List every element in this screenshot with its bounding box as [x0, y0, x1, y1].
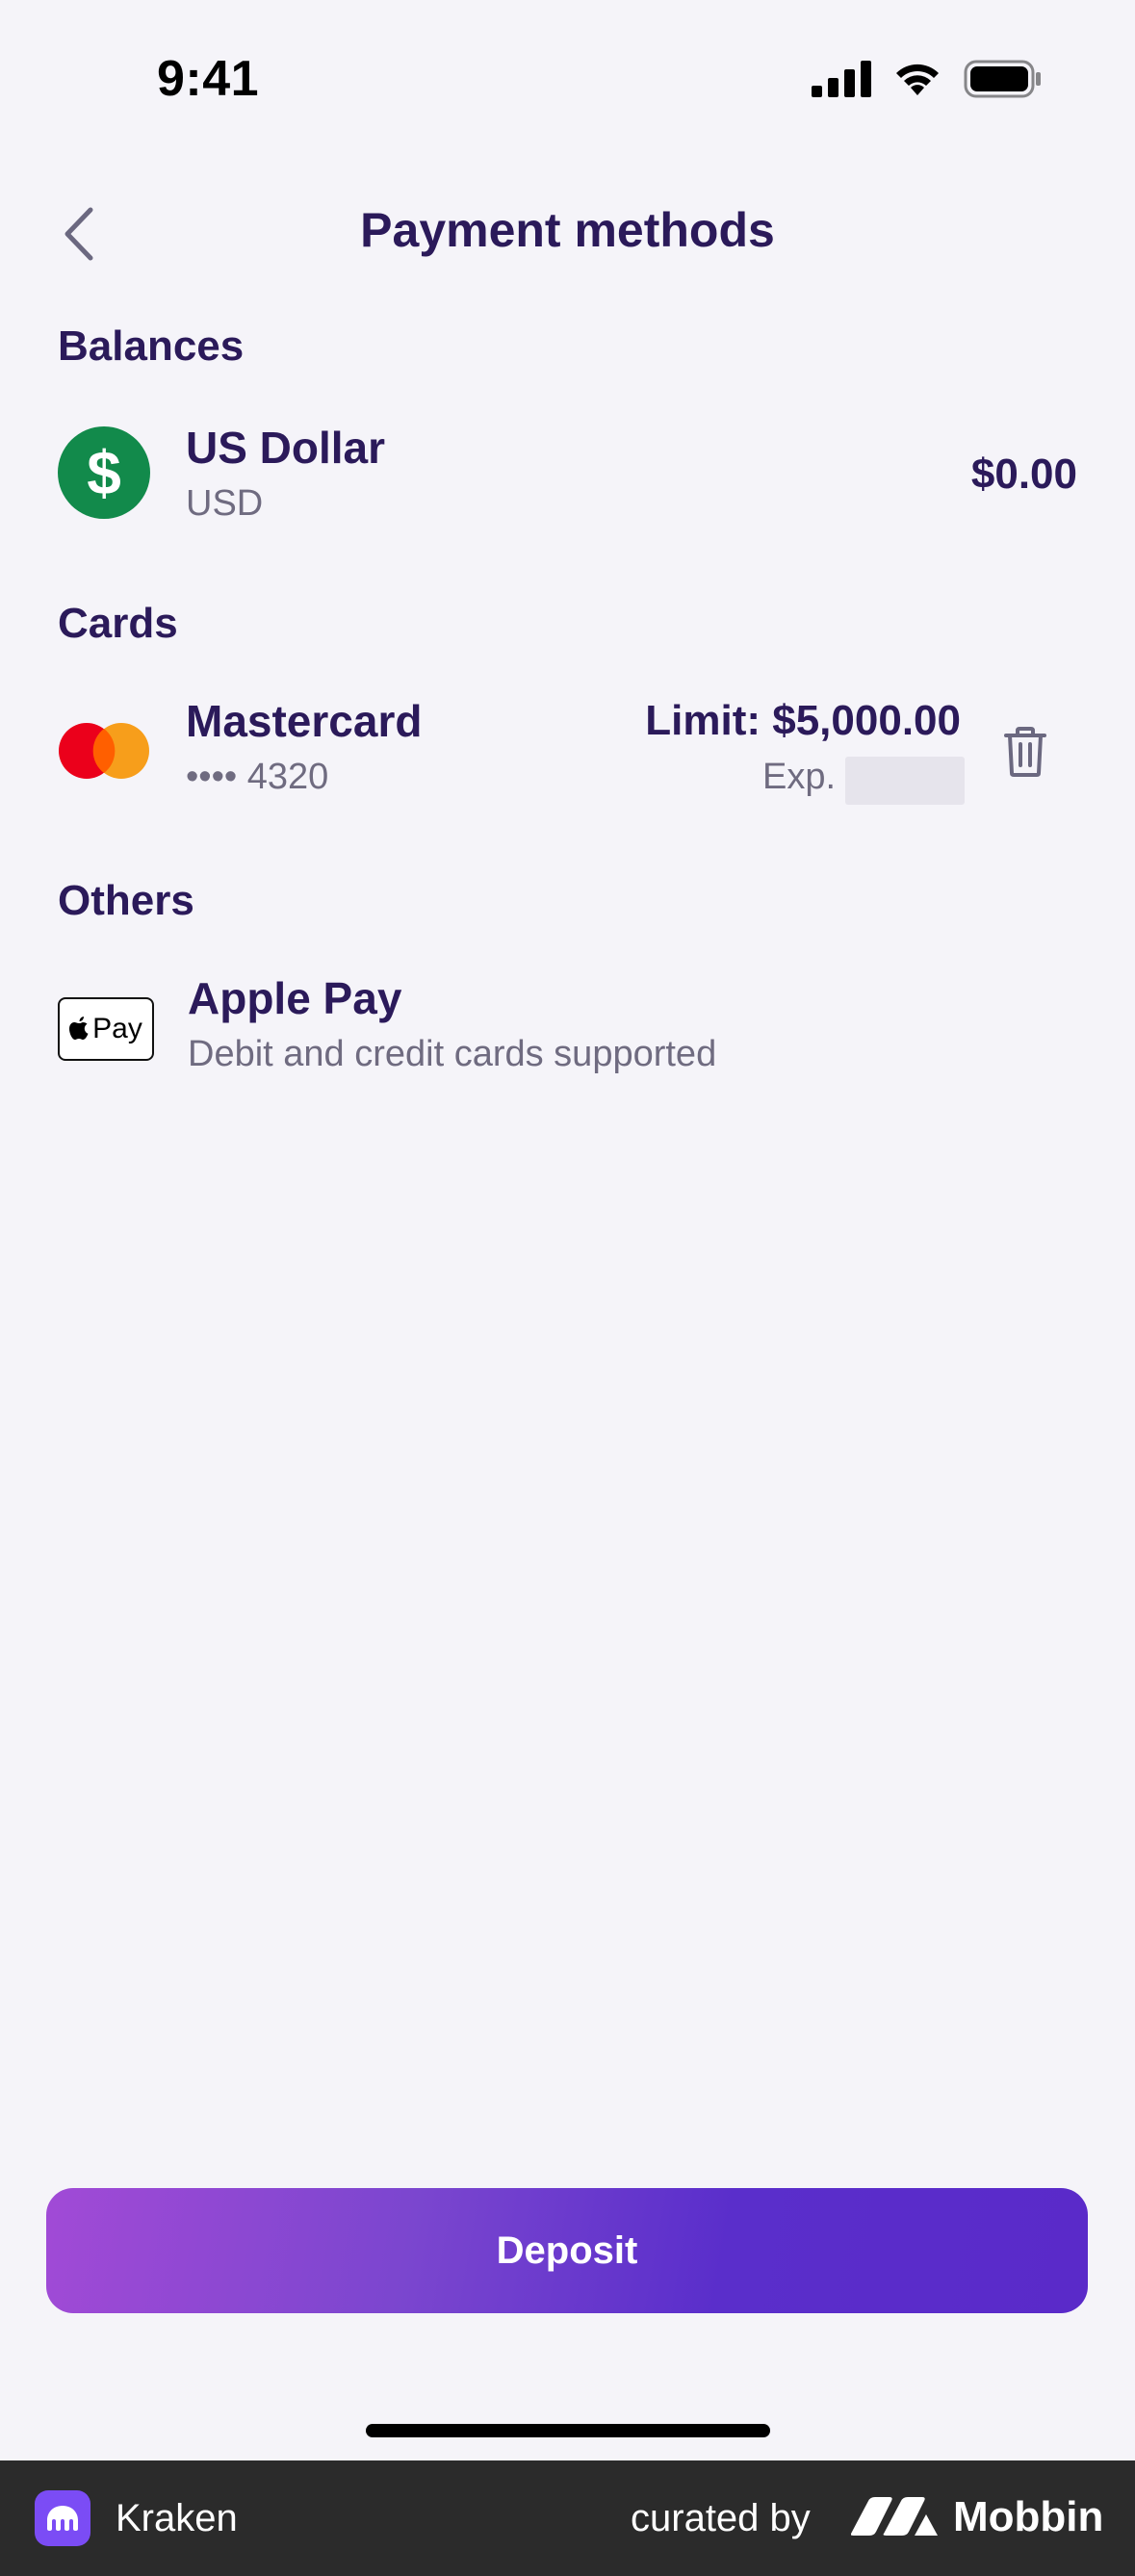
apple-pay-name: Apple Pay	[188, 973, 402, 1023]
apple-pay-icon-text: Pay	[92, 1013, 142, 1044]
kraken-logo-icon	[35, 2490, 90, 2546]
footer-brand: Mobbin	[953, 2493, 1104, 2540]
footer-app-name: Kraken	[116, 2497, 238, 2539]
status-time: 9:41	[157, 51, 260, 107]
balance-amount: $0.00	[970, 451, 1077, 498]
section-title-cards: Cards	[58, 600, 178, 647]
card-limit: Limit: $5,000.00	[645, 697, 961, 744]
mastercard-icon	[59, 723, 149, 779]
trash-icon[interactable]	[1003, 726, 1047, 778]
apple-logo-icon	[69, 1017, 89, 1040]
mobbin-logo-icon	[851, 2497, 938, 2536]
status-icons	[812, 60, 1043, 98]
card-name: Mastercard	[186, 696, 423, 746]
page-title: Payment methods	[360, 203, 775, 257]
card-exp-redacted	[845, 757, 965, 805]
cellular-signal-icon	[812, 61, 871, 97]
kraken-glyph-icon	[47, 2506, 78, 2531]
battery-icon	[964, 60, 1041, 98]
footer-curated-by: curated by	[631, 2497, 811, 2539]
home-indicator	[366, 2424, 770, 2437]
section-title-others: Others	[58, 877, 194, 924]
section-title-balances: Balances	[58, 322, 245, 370]
apple-pay-description: Debit and credit cards supported	[188, 1034, 717, 1074]
deposit-button[interactable]: Deposit	[46, 2188, 1088, 2313]
balance-code: USD	[186, 483, 264, 524]
card-row-mastercard[interactable]: Mastercard •••• 4320 Limit: $5,000.00 Ex…	[0, 685, 1135, 820]
card-number: •••• 4320	[186, 757, 329, 797]
dollar-icon: $	[58, 426, 150, 519]
card-exp-label: Exp.	[762, 757, 837, 797]
wifi-icon	[896, 64, 939, 95]
apple-pay-icon: Pay	[58, 997, 154, 1061]
balance-name: US Dollar	[186, 423, 386, 473]
payment-row-apple-pay[interactable]: Pay Apple Pay Debit and credit cards sup…	[0, 963, 1135, 1097]
balance-row-usd[interactable]: $ US Dollar USD $0.00	[0, 404, 1135, 539]
